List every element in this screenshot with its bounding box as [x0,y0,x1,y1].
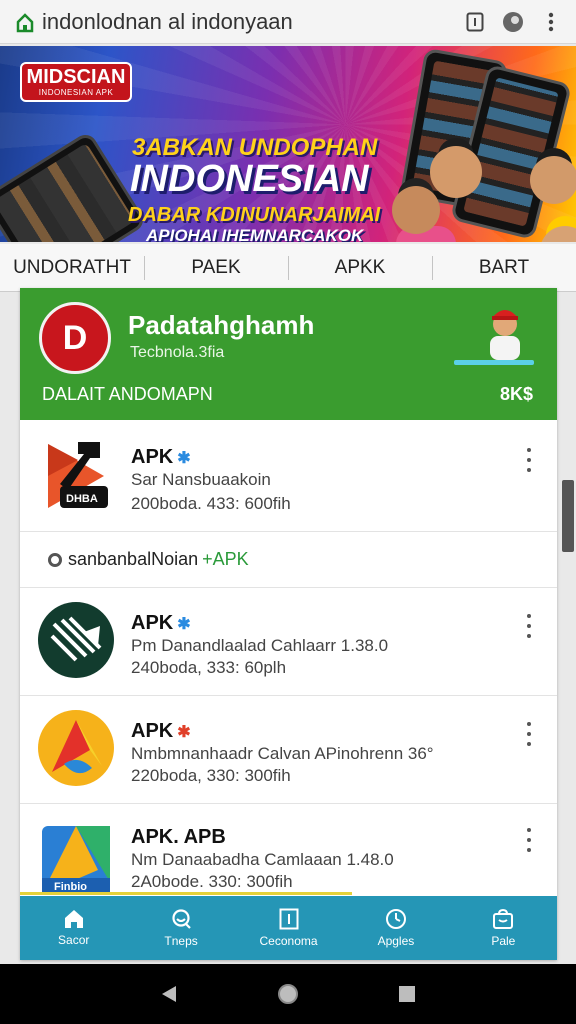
nav-label: Pale [491,934,516,948]
featured-footer-value: 8K$ [499,384,533,404]
app-list-card: D Padatahghamh Tecbnola.3fia DALAIT ANDO… [20,288,557,960]
more-options-icon[interactable] [519,614,539,638]
nav-label: Ceconoma [259,934,318,948]
app-name-text: APK [131,612,174,634]
app-list-item[interactable]: DHBA APK ✱ Sar Nansbuaakoin 200boda. 433:… [20,420,557,532]
promo-banner[interactable]: MIDSCIAN INDONESIAN APK 3ABKAN UNDOPHAN … [0,46,576,242]
loading-indicator [20,892,352,895]
badge-subtext: INDONESIAN APK [38,88,114,97]
banner-person [392,186,440,234]
app-name-text: APK [131,446,174,468]
tab-1[interactable]: UNDORATHT [0,244,144,291]
home-button-icon[interactable] [277,983,299,1005]
featured-title: Padatahghamh [128,310,315,340]
verified-icon: ✱ [177,616,191,633]
banner-brand-badge: MIDSCIAN INDONESIAN APK [20,62,132,102]
app-name-text: APK. APB [131,826,226,848]
nav-home[interactable]: Sacor [20,896,127,960]
search-icon [172,909,191,929]
featured-avatar-image [490,310,520,360]
app-meta: 220boda, 330: 300fih [131,766,291,785]
app-name-3: APK ✱ [131,720,191,743]
featured-app-logo: D [39,302,111,374]
browser-address-bar[interactable]: indonlodnan al indonyaan [0,0,576,44]
banner-person [430,146,482,198]
more-options-icon[interactable] [519,448,539,472]
app-desc: Nmbmnanhaadr Calvan APinohrenn 36° [131,744,434,763]
featured-progress-bar [454,360,534,365]
app-icon-colorful [38,710,114,786]
app-name-1: APK ✱ [131,446,191,469]
home-lock-icon [16,12,34,32]
category-tabs: UNDORATHT PAEK APKK BART [0,244,576,292]
banner-headline-2: INDONESIAN [130,158,369,200]
banner-person [530,156,576,204]
app-meta: 200boda. 433: 600fih [131,494,291,513]
logo-letter: D [62,318,88,357]
app-desc: Nm Danaabadha Camlaaan 1.48.0 [131,850,394,869]
scrollbar-thumb[interactable] [562,480,574,552]
app-name-2: APK ✱ [131,612,191,635]
category-icon [279,908,299,930]
nav-category[interactable]: Ceconoma [235,896,342,960]
nav-apps[interactable]: Apgles [342,896,449,960]
app-icon-striped [38,602,114,678]
more-options-icon[interactable] [519,722,539,746]
svg-text:DHBA: DHBA [66,493,98,505]
nav-label: Tneps [164,934,198,948]
tab-4[interactable]: BART [432,244,576,291]
tab-3[interactable]: APKK [288,244,432,291]
banner-headline-4: APIOHAI IHEMNARCAKOK [146,226,364,242]
app-meta: 240boda, 333: 60plh [131,658,287,677]
bottom-navigation: Sacor Tneps Ceconoma Apgles Pale [20,896,557,960]
clock-icon [385,909,406,929]
app-desc: Sar Nansbuaakoin [131,470,271,489]
system-navigation-bar [0,964,576,1024]
featured-subtitle: Tecbnola.3fia [130,344,225,361]
home-icon [64,910,83,928]
badge-text: MIDSCIAN [26,66,126,88]
back-icon[interactable] [160,984,178,1004]
profile-icon[interactable] [502,11,524,33]
app-desc: Pm Danandlaalad Cahlaarr 1.38.0 [131,636,389,655]
screen: { "browser": { "url": "indonlodnan al in… [0,0,576,1024]
more-options-icon[interactable] [519,828,539,852]
app-meta: 2A0bode. 330: 300fih [131,872,293,891]
promo-tag: +APK [202,549,249,569]
nav-profile[interactable]: Pale [450,896,557,960]
app-list-item[interactable]: APK ✱ Nmbmnanhaadr Calvan APinohrenn 36° … [20,696,557,804]
promo-strip[interactable]: sanbanbalNoian +APK [20,532,557,588]
radio-dot-icon [48,552,62,567]
nav-label: Sacor [58,933,90,947]
tab-count-icon[interactable] [464,11,486,33]
featured-header[interactable]: D Padatahghamh Tecbnola.3fia DALAIT ANDO… [20,288,557,420]
app-name-text: APK [131,720,174,742]
verified-icon: ✱ [177,450,191,467]
nav-label: Apgles [377,934,415,948]
app-name-4: APK. APB [131,826,226,849]
app-list-item[interactable]: APK ✱ Pm Danandlaalad Cahlaarr 1.38.0 240… [20,588,557,696]
nav-search[interactable]: Tneps [127,896,234,960]
bag-icon [493,908,514,929]
app-icon-hammer: DHBA [48,442,108,508]
more-vert-icon[interactable] [540,11,562,33]
recents-icon[interactable] [398,985,416,1003]
tab-2[interactable]: PAEK [144,244,288,291]
app-icon-letter-a: Finbio [42,826,110,894]
url-text[interactable]: indonlodnan al indonyaan [42,9,464,35]
banner-headline-3: DABAR KDINUNARJAIMAI [128,204,381,226]
verified-icon: ✱ [177,724,191,741]
featured-footer-label: DALAIT ANDOMAPN [42,384,213,404]
promo-text: sanbanbalNoian [68,549,199,569]
